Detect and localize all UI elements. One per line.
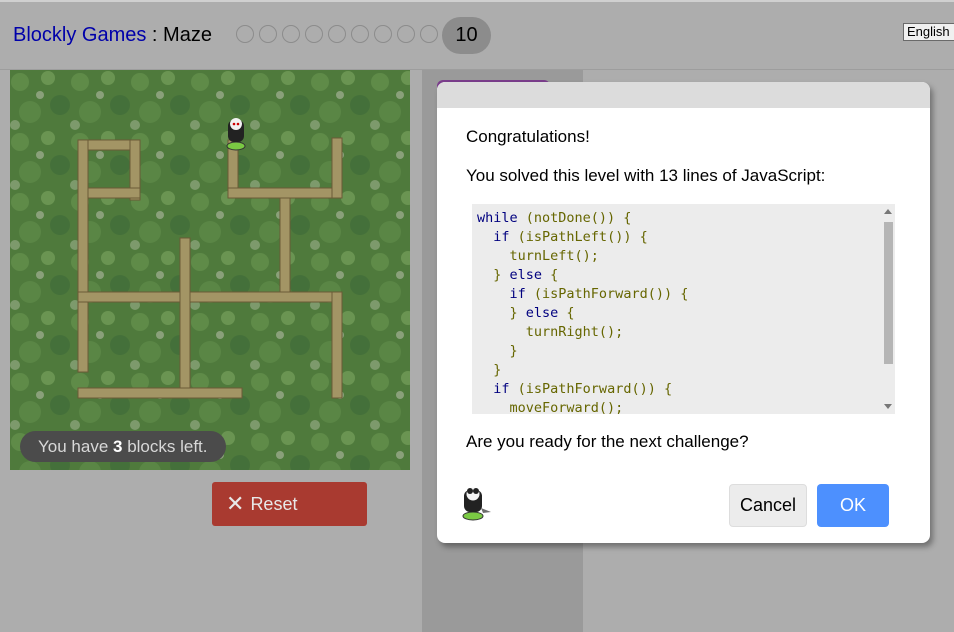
scroll-thumb[interactable] (884, 222, 893, 364)
code-line: turnRight(); (477, 324, 624, 340)
close-x-icon: ✕ (226, 491, 245, 516)
current-level-badge[interactable]: 10 (442, 17, 491, 54)
code-display[interactable]: while (notDone()) { if (isPathLeft()) { … (472, 204, 895, 414)
maze-map (10, 70, 410, 470)
capacity-suffix: blocks left. (122, 437, 208, 456)
level-dot[interactable] (328, 25, 346, 43)
title-separator: : (146, 24, 164, 46)
level-dot[interactable] (397, 25, 415, 43)
dialog-heading: Congratulations! (466, 127, 590, 146)
code-line: } (477, 343, 518, 359)
dialog-title-bar[interactable] (437, 82, 930, 108)
level-dot[interactable] (420, 25, 438, 43)
congrats-dialog: Congratulations! You solved this level w… (437, 82, 930, 543)
code-line: moveForward(); (477, 400, 624, 414)
page-title: Blockly Games : Maze (13, 24, 212, 47)
code-lines: while (notDone()) { if (isPathLeft()) { … (477, 209, 688, 414)
scroll-up-icon[interactable] (884, 209, 892, 214)
level-dot[interactable] (259, 25, 277, 43)
code-line: turnLeft(); (477, 248, 599, 264)
capacity-bubble: You have 3 blocks left. (20, 431, 226, 462)
code-line: if (isPathForward()) { (509, 286, 689, 302)
reset-button[interactable]: ✕ Reset (212, 482, 367, 526)
level-dot[interactable] (282, 25, 300, 43)
cancel-button[interactable]: Cancel (729, 484, 807, 527)
code-line: if (isPathLeft()) { (493, 229, 648, 245)
code-scrollbar[interactable] (881, 204, 895, 414)
language-select[interactable]: English (903, 23, 954, 41)
maze-view (10, 70, 410, 470)
level-dots (236, 25, 438, 43)
scroll-down-icon[interactable] (884, 404, 892, 409)
code-line: } else { (477, 267, 559, 283)
pegman-icon (226, 118, 246, 151)
app-name: Maze (163, 24, 212, 46)
level-dot[interactable] (236, 25, 254, 43)
next-challenge-question: Are you ready for the next challenge? (466, 432, 749, 451)
capacity-prefix: You have (38, 437, 113, 456)
solved-text: You solved this level with 13 lines of J… (466, 166, 826, 185)
header: Blockly Games : Maze 10 English (0, 0, 954, 70)
code-line: if (isPathForward()) { (493, 381, 673, 397)
ok-button[interactable]: OK (817, 484, 889, 527)
code-line: } else { (477, 305, 575, 321)
reset-label: Reset (250, 493, 298, 514)
level-dot[interactable] (351, 25, 369, 43)
pegman-icon (459, 482, 495, 527)
code-line: } (477, 362, 502, 378)
level-dot[interactable] (305, 25, 323, 43)
level-dot[interactable] (374, 25, 392, 43)
code-line: while (notDone()) { (477, 210, 632, 226)
brand-link[interactable]: Blockly Games (13, 24, 146, 46)
